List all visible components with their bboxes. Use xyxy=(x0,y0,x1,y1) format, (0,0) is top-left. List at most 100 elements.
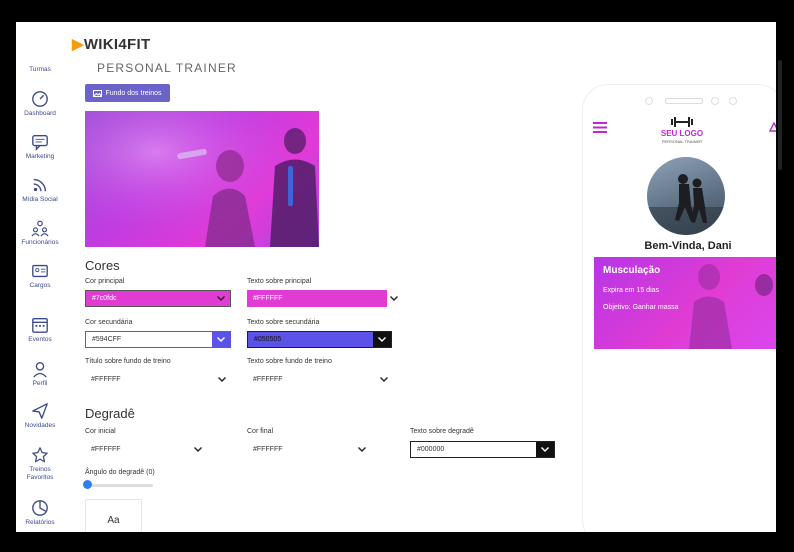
chevron-down-icon xyxy=(385,290,403,307)
primary-color-value: #7c0fdc xyxy=(92,295,117,302)
app-logo-subtitle: PERSONAL TRAINER xyxy=(661,139,703,144)
section-title-degrade: Degradê xyxy=(85,406,135,421)
athletes-avatar-photo xyxy=(647,174,725,235)
user-icon xyxy=(33,362,47,378)
sidebar-item-label: Favoritos xyxy=(26,474,54,481)
text-on-secondary-value: #050505 xyxy=(254,336,282,343)
gradient-end-select[interactable]: #FFFFFF xyxy=(247,441,371,458)
sidebar-item-label: Dashboard xyxy=(24,110,56,117)
gradient-start-select[interactable]: #FFFFFF xyxy=(85,441,207,458)
sidebar-item-cargos[interactable]: Cargos xyxy=(16,262,64,290)
speaker-slot xyxy=(665,98,703,104)
app-logo-title: SEU LOGO xyxy=(660,129,704,138)
gauge-icon xyxy=(32,91,48,107)
field-label: Texto sobre secundária xyxy=(247,319,320,326)
sensor-dot xyxy=(729,97,737,105)
sidebar-item-label: Cargos xyxy=(29,282,51,289)
chevron-down-icon xyxy=(353,441,371,458)
badge-icon xyxy=(32,264,48,278)
phone-preview: SEU LOGO PERSONAL TRAINER Bem-Vinda, Dan… xyxy=(582,84,776,532)
camera-dot xyxy=(645,97,653,105)
sidebar-item-label: Funcionários xyxy=(21,239,59,246)
background-image-button[interactable]: Fundo dos treinos xyxy=(85,84,170,102)
top-bar: ▶WIKI4FIT xyxy=(16,22,776,65)
field-label: Texto sobre degradê xyxy=(410,428,474,435)
field-label: Título sobre fundo de treino xyxy=(85,358,171,365)
chevron-down-icon xyxy=(189,441,207,458)
field-label: Cor secundária xyxy=(85,319,133,326)
sidebar-item-eventos[interactable]: Eventos xyxy=(16,316,64,344)
calendar-icon xyxy=(32,318,48,333)
chevron-down-icon xyxy=(375,371,393,388)
text-on-gradient-select[interactable]: #000000 xyxy=(410,441,555,458)
play-icon: ▶ xyxy=(72,36,84,53)
training-background-image xyxy=(85,111,319,247)
sidebar-item-novidades[interactable]: Novidades xyxy=(16,402,64,430)
sidebar-item-label: Treinos xyxy=(29,466,51,473)
device-side-button xyxy=(778,60,782,170)
workout-card-expiry: Expira em 15 dias xyxy=(603,287,660,294)
workout-card-goal: Objetivo: Ganhar massa xyxy=(603,304,679,311)
text-on-background-value: #FFFFFF xyxy=(253,376,283,383)
brand-logo[interactable]: ▶WIKI4FIT xyxy=(72,35,150,53)
gradient-angle-slider-track[interactable] xyxy=(85,484,153,487)
gradient-angle-slider-thumb[interactable] xyxy=(83,480,92,489)
avatar xyxy=(647,157,725,235)
sensor-dot xyxy=(711,97,719,105)
secondary-color-select[interactable]: #594CFF xyxy=(85,331,231,348)
sidebar-item-dashboard[interactable]: Dashboard xyxy=(16,90,64,118)
rss-icon xyxy=(33,178,47,192)
chevron-down-icon xyxy=(536,442,554,457)
team-icon xyxy=(31,220,49,237)
sidebar-item-treinos-favoritos[interactable]: Treinos Favoritos xyxy=(16,446,64,482)
field-label: Ângulo do degradê (0) xyxy=(85,469,155,476)
chevron-down-icon xyxy=(212,291,230,306)
field-label: Cor inicial xyxy=(85,428,116,435)
gradient-start-value: #FFFFFF xyxy=(91,446,121,453)
field-label: Cor final xyxy=(247,428,274,435)
title-on-background-value: #FFFFFF xyxy=(91,376,121,383)
app-window: ▶WIKI4FIT Turmas Dashboard Marketing Míd… xyxy=(16,22,776,532)
gradient-preview-text: Aa xyxy=(107,514,120,526)
notification-icon[interactable] xyxy=(769,122,776,132)
page-title: PERSONAL TRAINER xyxy=(97,61,237,75)
welcome-text: Bem-Vinda, Dani xyxy=(644,240,732,252)
sidebar-item-relatorios[interactable]: Relatórios xyxy=(16,499,64,527)
image-icon xyxy=(93,89,103,97)
workout-card-photo xyxy=(689,264,773,349)
star-icon xyxy=(32,447,48,463)
chevron-down-icon xyxy=(373,332,391,347)
sidebar-item-midia-social[interactable]: Mídia Social xyxy=(16,176,64,204)
primary-color-select[interactable]: #7c0fdc xyxy=(85,290,231,307)
sidebar-item-label: Relatórios xyxy=(25,519,55,526)
dumbbell-icon xyxy=(671,117,693,127)
gradient-end-value: #FFFFFF xyxy=(253,446,283,453)
athletes-photo xyxy=(85,111,319,247)
workout-card-title: Musculação xyxy=(603,265,661,276)
text-on-background-select[interactable]: #FFFFFF xyxy=(247,371,393,388)
text-on-primary-select[interactable]: #FFFFFF xyxy=(247,290,398,307)
device-frame xyxy=(776,0,794,552)
sidebar-item-label: Novidades xyxy=(24,422,56,429)
sidebar: Turmas Dashboard Marketing Mídia Social … xyxy=(16,64,65,532)
gradient-preview: Aa xyxy=(85,499,142,532)
sidebar-item-label: Mídia Social xyxy=(22,196,58,203)
menu-icon[interactable] xyxy=(593,122,607,133)
background-image-button-label: Fundo dos treinos xyxy=(105,89,162,97)
pie-chart-icon xyxy=(32,500,48,516)
title-on-background-select[interactable]: #FFFFFF xyxy=(85,371,231,388)
chevron-down-icon xyxy=(212,332,230,347)
sidebar-item-turmas[interactable]: Turmas xyxy=(16,66,64,74)
chevron-down-icon xyxy=(213,371,231,388)
text-on-gradient-value: #000000 xyxy=(417,446,445,453)
sidebar-item-label: Turmas xyxy=(29,66,51,73)
sidebar-item-marketing[interactable]: Marketing xyxy=(16,133,64,161)
field-label: Texto sobre principal xyxy=(247,278,312,285)
section-title-cores: Cores xyxy=(85,258,120,273)
sidebar-item-perfil[interactable]: Perfil xyxy=(16,360,64,388)
field-label: Cor principal xyxy=(85,278,125,285)
workout-card[interactable]: Musculação Expira em 15 dias Objetivo: G… xyxy=(594,257,776,349)
text-on-secondary-select[interactable]: #050505 xyxy=(247,331,392,348)
sidebar-item-funcionarios[interactable]: Funcionários xyxy=(16,219,64,247)
secondary-color-value: #594CFF xyxy=(92,336,122,343)
